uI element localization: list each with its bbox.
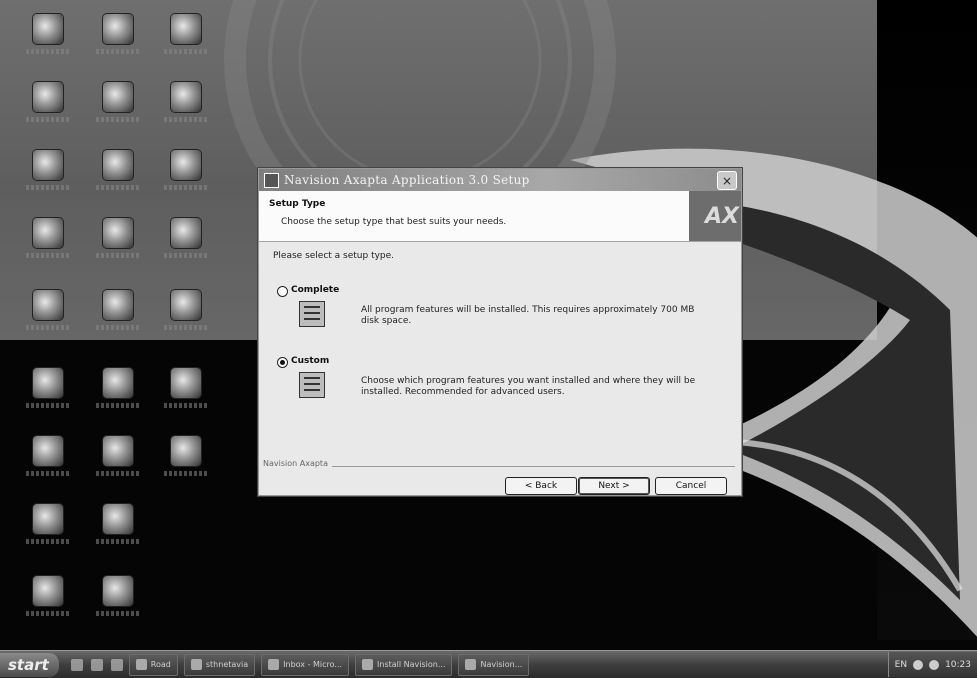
task-icon bbox=[268, 659, 280, 670]
setup-dialog: Navision Axapta Application 3.0 Setup × … bbox=[258, 168, 742, 496]
system-tray: EN 10:23 bbox=[887, 652, 977, 677]
taskbar-button[interactable]: Road bbox=[128, 653, 178, 676]
complete-setup-icon bbox=[299, 301, 325, 327]
language-indicator[interactable]: EN bbox=[895, 660, 907, 670]
desktop-icon[interactable] bbox=[92, 576, 144, 628]
dialog-header: Setup Type Choose the setup type that be… bbox=[259, 191, 741, 242]
desktop-icon[interactable] bbox=[22, 290, 74, 342]
close-button[interactable]: × bbox=[717, 171, 737, 190]
task-label: Road bbox=[150, 660, 171, 669]
setup-app-icon bbox=[264, 172, 279, 188]
task-icon bbox=[362, 659, 374, 670]
header-subtitle: Choose the setup type that best suits yo… bbox=[281, 217, 507, 227]
ax-logo: AX bbox=[689, 191, 741, 241]
desktop-icon[interactable] bbox=[160, 290, 212, 342]
back-button[interactable]: < Back bbox=[505, 477, 577, 495]
clock[interactable]: 10:23 bbox=[945, 660, 971, 670]
desktop-icon[interactable] bbox=[92, 436, 144, 488]
dialog-titlebar[interactable]: Navision Axapta Application 3.0 Setup × bbox=[259, 169, 741, 191]
dialog-title: Navision Axapta Application 3.0 Setup bbox=[284, 173, 530, 187]
desktop-icon[interactable] bbox=[160, 82, 212, 134]
desktop-icon[interactable] bbox=[92, 150, 144, 202]
desktop-icon[interactable] bbox=[22, 150, 74, 202]
desktop-icon[interactable] bbox=[22, 436, 74, 488]
start-button[interactable]: start bbox=[0, 652, 59, 677]
footer-divider bbox=[265, 466, 735, 467]
desktop-icon[interactable] bbox=[22, 14, 74, 66]
desktop-icon[interactable] bbox=[92, 290, 144, 342]
option-complete-label[interactable]: Complete bbox=[291, 285, 339, 295]
cancel-button[interactable]: Cancel bbox=[655, 477, 727, 495]
option-custom-label[interactable]: Custom bbox=[291, 356, 329, 366]
desktop-icon[interactable] bbox=[160, 436, 212, 488]
desktop-icon[interactable] bbox=[92, 218, 144, 270]
taskbar-button[interactable]: sthnetavia bbox=[183, 653, 256, 676]
setup-type-prompt: Please select a setup type. bbox=[273, 251, 395, 261]
task-label: Inbox - Micro... bbox=[283, 660, 343, 669]
next-button[interactable]: Next > bbox=[578, 477, 650, 495]
quick-launch bbox=[70, 658, 123, 671]
desktop-icon[interactable] bbox=[160, 150, 212, 202]
desktop-icon[interactable] bbox=[22, 218, 74, 270]
task-icon bbox=[465, 659, 477, 670]
desktop-icon[interactable] bbox=[22, 576, 74, 628]
option-complete-description: All program features will be installed. … bbox=[361, 305, 695, 326]
task-icon bbox=[135, 659, 147, 670]
task-label: Navision... bbox=[480, 660, 523, 669]
radio-custom[interactable] bbox=[277, 357, 288, 368]
footer-brand: Navision Axapta bbox=[263, 459, 332, 468]
desktop-icon[interactable] bbox=[92, 504, 144, 556]
tray-icon[interactable] bbox=[929, 659, 940, 670]
desktop-icon[interactable] bbox=[22, 82, 74, 134]
desktop-icon[interactable] bbox=[22, 504, 74, 556]
task-label: sthnetavia bbox=[205, 660, 249, 669]
quick-launch-icon[interactable] bbox=[110, 658, 123, 671]
custom-setup-icon bbox=[299, 372, 325, 398]
option-custom-description: Choose which program features you want i… bbox=[361, 376, 696, 397]
desktop-icon[interactable] bbox=[160, 218, 212, 270]
quick-launch-icon[interactable] bbox=[70, 658, 83, 671]
header-title: Setup Type bbox=[269, 199, 326, 209]
task-icon bbox=[190, 659, 202, 670]
tray-icon[interactable] bbox=[913, 659, 924, 670]
desktop-icon[interactable] bbox=[160, 368, 212, 420]
task-label: Install Navision... bbox=[377, 660, 446, 669]
desktop-icon[interactable] bbox=[22, 368, 74, 420]
quick-launch-icon[interactable] bbox=[90, 658, 103, 671]
taskbar-button[interactable]: Navision... bbox=[458, 653, 530, 676]
taskbar-button[interactable]: Install Navision... bbox=[355, 653, 453, 676]
taskbar-button[interactable]: Inbox - Micro... bbox=[261, 653, 350, 676]
desktop-icon[interactable] bbox=[92, 14, 144, 66]
taskbar: start Road sthnetavia Inbox - Micro... I… bbox=[0, 650, 977, 678]
desktop-icon[interactable] bbox=[160, 14, 212, 66]
radio-complete[interactable] bbox=[277, 286, 288, 297]
desktop-icon[interactable] bbox=[92, 368, 144, 420]
desktop-icon[interactable] bbox=[92, 82, 144, 134]
